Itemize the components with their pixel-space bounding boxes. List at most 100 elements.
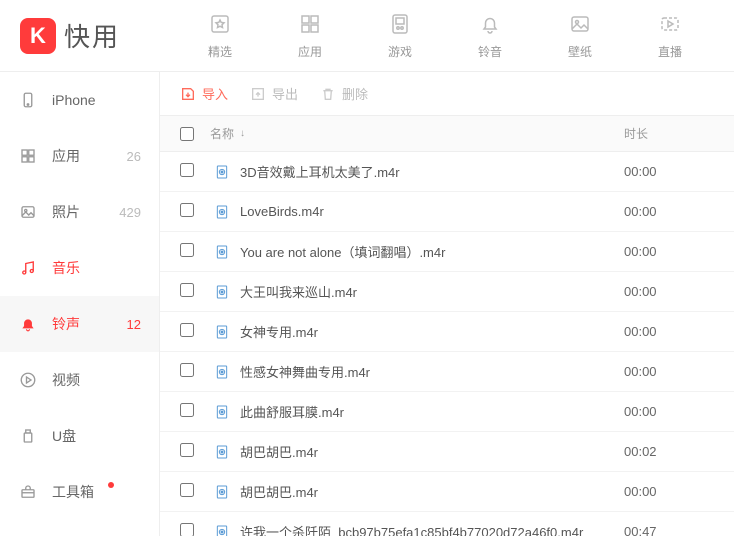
table-row[interactable]: 性感女神舞曲专用.m4r00:00 [160, 352, 734, 392]
file-icon [210, 524, 234, 536]
sidebar-item-label: iPhone [52, 92, 141, 108]
column-name[interactable]: 名称 ↓ [210, 125, 624, 142]
sidebar-item-photos[interactable]: 照片 429 [0, 184, 159, 240]
file-duration: 00:47 [624, 524, 734, 536]
grid-icon [18, 146, 38, 166]
image-icon [18, 202, 38, 222]
file-icon [210, 364, 234, 380]
sidebar-item-apps[interactable]: 应用 26 [0, 128, 159, 184]
bell-icon [18, 314, 38, 334]
file-name: 此曲舒服耳膜.m4r [234, 402, 624, 421]
table-row[interactable]: 大王叫我来巡山.m4r00:00 [160, 272, 734, 312]
sidebar-item-label: 照片 [52, 202, 119, 222]
row-checkbox[interactable] [180, 443, 194, 457]
sidebar-item-toolbox[interactable]: 工具箱 [0, 464, 159, 520]
sidebar-item-udisk[interactable]: U盘 [0, 408, 159, 464]
file-name: 性感女神舞曲专用.m4r [234, 362, 624, 381]
row-checkbox[interactable] [180, 403, 194, 417]
nav-label: 壁纸 [568, 43, 592, 60]
row-checkbox[interactable] [180, 363, 194, 377]
image-icon [567, 11, 593, 37]
star-icon [207, 11, 233, 37]
nav-games[interactable]: 游戏 [370, 11, 430, 60]
file-name: 许我一个杀阡陌_bcb97b75efa1c85bf4b77020d72a46f0… [234, 522, 624, 536]
sidebar-item-label: 音乐 [52, 258, 141, 278]
file-name: 胡巴胡巴.m4r [234, 442, 624, 461]
table-row[interactable]: 女神专用.m4r00:00 [160, 312, 734, 352]
table-row[interactable]: 胡巴胡巴.m4r00:00 [160, 472, 734, 512]
table-row[interactable]: 许我一个杀阡陌_bcb97b75efa1c85bf4b77020d72a46f0… [160, 512, 734, 536]
music-icon [18, 258, 38, 278]
file-icon [210, 444, 234, 460]
row-checkbox[interactable] [180, 323, 194, 337]
export-button[interactable]: 导出 [250, 84, 298, 103]
nav-label: 精选 [208, 43, 232, 60]
file-name: 3D音效戴上耳机太美了.m4r [234, 162, 624, 181]
file-duration: 00:00 [624, 164, 734, 179]
file-duration: 00:00 [624, 364, 734, 379]
row-checkbox[interactable] [180, 523, 194, 536]
file-icon [210, 404, 234, 420]
nav-label: 游戏 [388, 43, 412, 60]
file-duration: 00:00 [624, 204, 734, 219]
file-duration: 00:00 [624, 404, 734, 419]
table-header: 名称 ↓ 时长 [160, 116, 734, 152]
nav-label: 铃音 [478, 43, 502, 60]
nav-apps[interactable]: 应用 [280, 11, 340, 60]
export-icon [250, 86, 266, 102]
table-row[interactable]: 3D音效戴上耳机太美了.m4r00:00 [160, 152, 734, 192]
nav-featured[interactable]: 精选 [190, 11, 250, 60]
file-duration: 00:00 [624, 324, 734, 339]
nav-ringtones[interactable]: 铃音 [460, 11, 520, 60]
phone-icon [18, 90, 38, 110]
nav-label: 应用 [298, 43, 322, 60]
row-checkbox[interactable] [180, 243, 194, 257]
sidebar-item-label: 铃声 [52, 314, 127, 334]
row-checkbox[interactable] [180, 203, 194, 217]
trash-icon [320, 86, 336, 102]
sidebar-item-label: 工具箱 [52, 482, 141, 502]
video-icon [657, 11, 683, 37]
file-icon [210, 324, 234, 340]
file-icon [210, 484, 234, 500]
logo-icon: K [20, 18, 56, 54]
sidebar-item-video[interactable]: 视频 [0, 352, 159, 408]
toolbox-icon [18, 482, 38, 502]
table-row[interactable]: 此曲舒服耳膜.m4r00:00 [160, 392, 734, 432]
delete-label: 删除 [342, 84, 368, 103]
file-name: LoveBirds.m4r [234, 204, 624, 219]
file-duration: 00:02 [624, 444, 734, 459]
file-icon [210, 284, 234, 300]
file-duration: 00:00 [624, 484, 734, 499]
table-row[interactable]: You are not alone（填词翻唱）.m4r00:00 [160, 232, 734, 272]
sidebar-badge: 26 [127, 149, 141, 164]
file-icon [210, 244, 234, 260]
file-name: You are not alone（填词翻唱）.m4r [234, 242, 624, 261]
file-name: 女神专用.m4r [234, 322, 624, 341]
sidebar-badge: 12 [127, 317, 141, 332]
sidebar-item-ringtones[interactable]: 铃声 12 [0, 296, 159, 352]
file-duration: 00:00 [624, 244, 734, 259]
play-icon [18, 370, 38, 390]
file-icon [210, 204, 234, 220]
row-checkbox[interactable] [180, 283, 194, 297]
delete-button[interactable]: 删除 [320, 84, 368, 103]
nav-wallpapers[interactable]: 壁纸 [550, 11, 610, 60]
sidebar-item-music[interactable]: 音乐 [0, 240, 159, 296]
row-checkbox[interactable] [180, 163, 194, 177]
file-name: 大王叫我来巡山.m4r [234, 282, 624, 301]
table-row[interactable]: 胡巴胡巴.m4r00:02 [160, 432, 734, 472]
nav-live[interactable]: 直播 [640, 11, 700, 60]
row-checkbox[interactable] [180, 483, 194, 497]
bell-icon [477, 11, 503, 37]
table-row[interactable]: LoveBirds.m4r00:00 [160, 192, 734, 232]
select-all-checkbox[interactable] [180, 127, 194, 141]
usb-icon [18, 426, 38, 446]
column-duration[interactable]: 时长 [624, 125, 734, 142]
sidebar-item-iphone[interactable]: iPhone [0, 72, 159, 128]
file-duration: 00:00 [624, 284, 734, 299]
sidebar-badge: 429 [119, 205, 141, 220]
sort-icon: ↓ [240, 128, 245, 139]
sidebar-item-label: 应用 [52, 146, 127, 166]
import-button[interactable]: 导入 [180, 84, 228, 103]
